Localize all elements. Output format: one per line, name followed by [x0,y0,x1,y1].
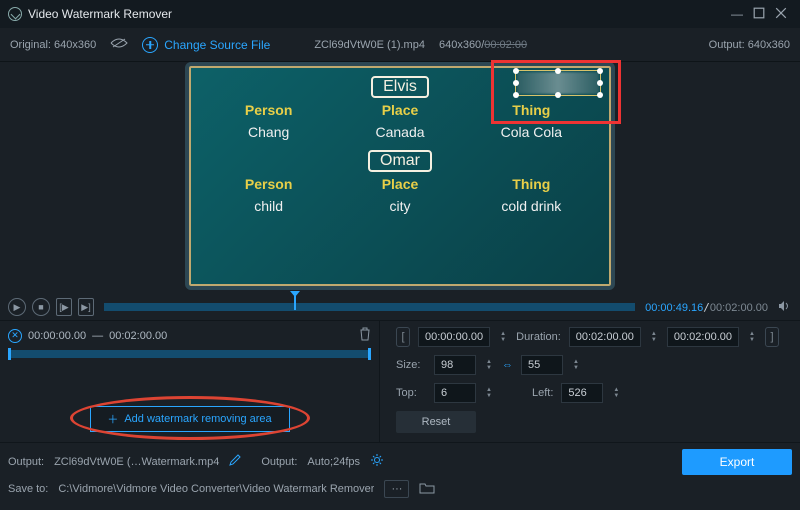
open-folder-button[interactable] [419,482,435,497]
duration-label: Duration: [516,331,561,343]
left-label: Left: [532,387,553,399]
clip-range-bar[interactable] [8,350,371,358]
clip-end: 00:02:00.00 [109,330,167,342]
end-time-field[interactable]: 00:02:00.00 [667,327,739,347]
source-filename: ZCl69dVtW0E (1).mp4 [314,39,425,51]
change-source-button[interactable]: Change Source File [142,37,270,53]
size-height-field[interactable]: 55 [521,355,563,375]
clip-handle-start[interactable] [8,348,11,360]
delete-clip-button[interactable] [359,327,371,344]
left-down[interactable]: ▼ [611,393,621,399]
rename-output-button[interactable] [229,454,241,469]
playhead[interactable] [294,296,296,310]
app-logo-icon [8,7,22,21]
clip-handle-end[interactable] [368,348,371,360]
val-2-3: cold drink [466,198,597,214]
minimize-button[interactable]: — [726,7,748,21]
duration-field[interactable]: 00:02:00.00 [569,327,641,347]
size-h-down[interactable]: ▼ [571,365,581,371]
clip-link-icon[interactable]: ✕ [8,329,22,343]
reset-button[interactable]: Reset [396,411,476,433]
val-1-3: Cola Cola [466,124,597,140]
top-down[interactable]: ▼ [484,393,494,399]
preview-toggle-icon[interactable] [110,37,128,52]
duration-down[interactable]: ▼ [649,337,659,343]
stop-button[interactable]: ■ [32,298,50,316]
cat-1-1: Person [203,102,334,118]
original-label: Original: 640x360 [10,39,96,51]
set-in-button[interactable]: [ [396,327,410,347]
start-time-down[interactable]: ▼ [498,337,508,343]
timeline-scrubber[interactable] [104,300,635,314]
val-1-2: Canada [334,124,465,140]
cat-1-2: Place [334,102,465,118]
val-1-1: Chang [203,124,334,140]
add-watermark-area-label: Add watermark removing area [124,413,271,425]
output-format-value: Auto;24fps [307,456,360,468]
size-w-down[interactable]: ▼ [484,365,494,371]
cat-2-1: Person [203,176,334,192]
volume-icon[interactable] [778,300,792,315]
output-file-name: ZCl69dVtW0E (…Watermark.mp4 [54,456,219,468]
time-readout: 00:00:49.16/00:02:00.00 [645,301,768,314]
source-dimensions: 640x360/00:02:00 [439,39,527,51]
preview-name-1: Elvis [371,76,429,98]
plus-icon: ＋ [107,411,118,427]
end-time-down[interactable]: ▼ [747,337,757,343]
add-watermark-area-button[interactable]: ＋ Add watermark removing area [90,406,290,432]
preview-name-2: Omar [368,150,432,172]
output-format-label: Output: [261,456,297,468]
clip-sep: — [92,330,103,342]
cat-2-2: Place [334,176,465,192]
maximize-button[interactable] [748,7,770,22]
output-file-label: Output: [8,456,44,468]
top-label: Top: [396,387,426,399]
left-field[interactable]: 526 [561,383,603,403]
plus-circle-icon [142,37,158,53]
mark-in-button[interactable]: [▶ [56,298,72,316]
window-title: Video Watermark Remover [28,7,726,21]
top-field[interactable]: 6 [434,383,476,403]
save-to-label: Save to: [8,483,48,495]
close-button[interactable] [770,7,792,22]
save-to-path: C:\Vidmore\Vidmore Video Converter\Video… [58,483,374,495]
browse-save-path-button[interactable]: ··· [384,480,409,498]
val-2-1: child [203,198,334,214]
output-dim-label: Output: 640x360 [709,39,790,51]
size-label: Size: [396,359,426,371]
export-button[interactable]: Export [682,449,792,475]
start-time-field[interactable]: 00:00:00.00 [418,327,490,347]
play-button[interactable]: ▶ [8,298,26,316]
output-settings-button[interactable] [370,453,384,470]
mark-out-button[interactable]: ▶] [78,298,94,316]
set-out-button[interactable]: ] [765,327,779,347]
val-2-2: city [334,198,465,214]
aspect-lock-icon[interactable]: ⇔ [502,359,513,371]
annotation-highlight-box [491,60,621,124]
size-width-field[interactable]: 98 [434,355,476,375]
video-preview[interactable]: Elvis Person Chang Place Canada Thing Cola … [185,62,615,290]
change-source-label: Change Source File [164,38,270,52]
clip-start: 00:00:00.00 [28,330,86,342]
cat-2-3: Thing [466,176,597,192]
